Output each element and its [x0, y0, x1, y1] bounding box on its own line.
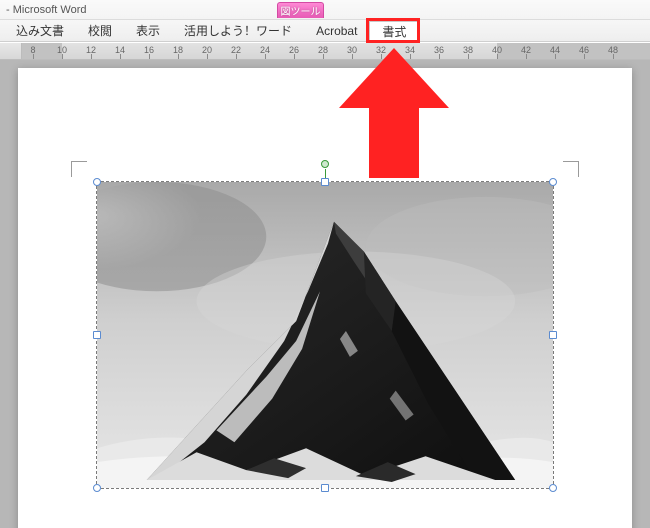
margin-mark-top-left [71, 161, 87, 177]
tab-label: 込み文書 [16, 22, 64, 39]
margin-mark-top-right [563, 161, 579, 177]
ruler-tick: 12 [85, 43, 97, 59]
tab-label: 書式 [382, 23, 406, 40]
tab-review[interactable]: 校閲 [76, 20, 124, 41]
ruler-tick: 42 [520, 43, 532, 59]
tab-label: 活用しよう！ワード [184, 22, 292, 39]
ruler-tick: 24 [259, 43, 271, 59]
ruler-tick: 10 [56, 43, 68, 59]
ruler-tick-label: 18 [173, 45, 183, 55]
titlebar: - Microsoft Word 図ツール [0, 0, 650, 20]
resize-handle-bottom-right[interactable] [549, 484, 557, 492]
ruler-corner [0, 43, 22, 59]
ruler-tick-label: 46 [579, 45, 589, 55]
ruler-tick-label: 8 [30, 45, 35, 55]
ruler-tick-label: 36 [434, 45, 444, 55]
ruler-tick-label: 10 [57, 45, 67, 55]
ruler-tick-label: 28 [318, 45, 328, 55]
ruler-tick: 34 [404, 43, 416, 59]
ruler-tick-label: 16 [144, 45, 154, 55]
ruler-tick: 26 [288, 43, 300, 59]
ruler-tick: 40 [491, 43, 503, 59]
resize-handle-bottom-left[interactable] [93, 484, 101, 492]
ruler-tick-label: 20 [202, 45, 212, 55]
ruler-tick-label: 48 [608, 45, 618, 55]
tab-acrobat[interactable]: Acrobat [304, 20, 369, 41]
ruler-tick-label: 30 [347, 45, 357, 55]
ruler-tick: 20 [201, 43, 213, 59]
ruler-tick-label: 22 [231, 45, 241, 55]
ruler-tick: 32 [375, 43, 387, 59]
ruler-tick: 22 [230, 43, 242, 59]
resize-handle-top-right[interactable] [549, 178, 557, 186]
ruler-tick: 16 [143, 43, 155, 59]
ruler-tick: 36 [433, 43, 445, 59]
ruler-tick-label: 32 [376, 45, 386, 55]
ruler-tick-label: 34 [405, 45, 415, 55]
ruler-tick-label: 26 [289, 45, 299, 55]
mountain-image-content [97, 182, 553, 488]
resize-handle-left[interactable] [93, 331, 101, 339]
ruler-tick-label: 42 [521, 45, 531, 55]
ruler-tick-label: 44 [550, 45, 560, 55]
ruler-tick: 46 [578, 43, 590, 59]
ruler-row: 8 10 12 14 16 18 20 22 24 26 28 30 32 34 36 38 40 42 44 46 4… [0, 42, 650, 60]
tab-addins[interactable]: 活用しよう！ワード [172, 20, 304, 41]
ribbon-tabs: 込み文書 校閲 表示 活用しよう！ワード Acrobat 書式 [0, 20, 650, 42]
ruler-tick-label: 12 [86, 45, 96, 55]
ruler-tick-label: 40 [492, 45, 502, 55]
contextual-tab-picture-tools[interactable]: 図ツール [277, 2, 324, 18]
ruler-tick: 28 [317, 43, 329, 59]
inserted-image[interactable] [96, 181, 554, 489]
tab-label: 表示 [136, 22, 160, 39]
tab-mailings[interactable]: 込み文書 [4, 20, 76, 41]
ruler-tick-label: 24 [260, 45, 270, 55]
ruler-tick: 44 [549, 43, 561, 59]
resize-handle-top-left[interactable] [93, 178, 101, 186]
window-title: - Microsoft Word [6, 4, 86, 16]
resize-handle-bottom[interactable] [321, 484, 329, 492]
tab-label: 校閲 [88, 22, 112, 39]
rotate-handle[interactable] [321, 160, 329, 168]
ruler-tick-label: 14 [115, 45, 125, 55]
resize-handle-top[interactable] [321, 178, 329, 186]
tab-label: Acrobat [316, 24, 357, 38]
resize-handle-right[interactable] [549, 331, 557, 339]
tab-view[interactable]: 表示 [124, 20, 172, 41]
horizontal-ruler[interactable]: 8 10 12 14 16 18 20 22 24 26 28 30 32 34 36 38 40 42 44 46 4… [22, 43, 650, 59]
ruler-tick: 18 [172, 43, 184, 59]
ruler-tick: 14 [114, 43, 126, 59]
document-canvas[interactable] [0, 60, 650, 528]
ruler-tick: 8 [27, 43, 39, 59]
ruler-tick: 30 [346, 43, 358, 59]
ruler-tick-label: 38 [463, 45, 473, 55]
contextual-tab-label: 図ツール [281, 3, 321, 18]
page[interactable] [18, 68, 632, 528]
ruler-tick: 38 [462, 43, 474, 59]
ruler-tick: 48 [607, 43, 619, 59]
tab-format[interactable]: 書式 [369, 21, 419, 42]
